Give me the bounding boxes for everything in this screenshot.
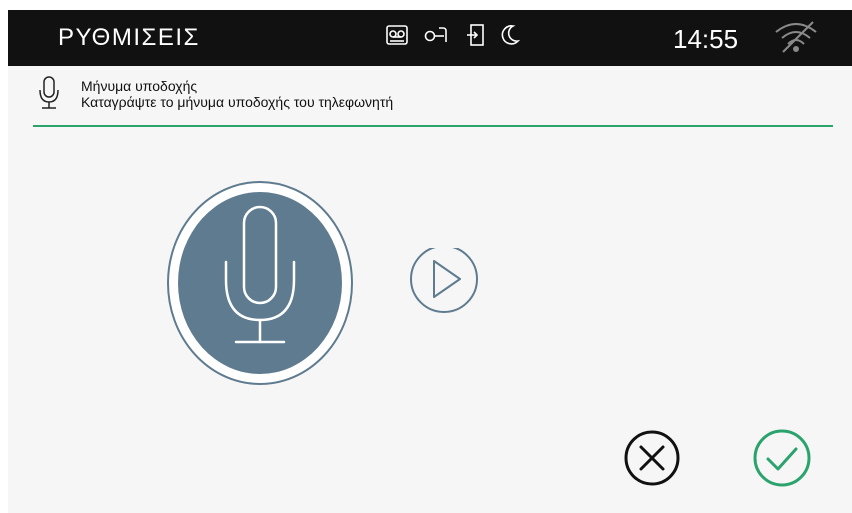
key-icon xyxy=(424,25,450,45)
voicemail-icon xyxy=(386,25,408,45)
play-button[interactable] xyxy=(408,245,480,320)
section-divider xyxy=(33,125,833,127)
confirm-button[interactable] xyxy=(750,426,814,490)
wifi-off-icon xyxy=(773,20,819,59)
record-button[interactable] xyxy=(166,180,354,386)
cancel-button[interactable] xyxy=(622,428,682,488)
clock: 14:55 xyxy=(673,24,739,54)
page-title: ΡΥΘΜΙΣΕΙΣ xyxy=(58,24,200,51)
status-icons xyxy=(386,24,520,46)
door-exit-icon xyxy=(466,24,484,46)
microphone-icon xyxy=(167,181,353,385)
section-header: Μήνυμα υποδοχής Καταγράψτε το μήνυμα υπο… xyxy=(33,72,833,124)
moon-icon xyxy=(500,24,520,46)
microphone-icon xyxy=(38,76,60,117)
close-circle-icon xyxy=(624,430,680,486)
section-title: Μήνυμα υποδοχής xyxy=(81,78,198,94)
section-subtitle: Καταγράψτε το μήνυμα υποδοχής του τηλεφω… xyxy=(81,94,394,110)
play-icon xyxy=(410,245,478,313)
status-bar: ΡΥΘΜΙΣΕΙΣ 14:55 xyxy=(8,10,852,66)
check-circle-icon xyxy=(753,429,811,487)
